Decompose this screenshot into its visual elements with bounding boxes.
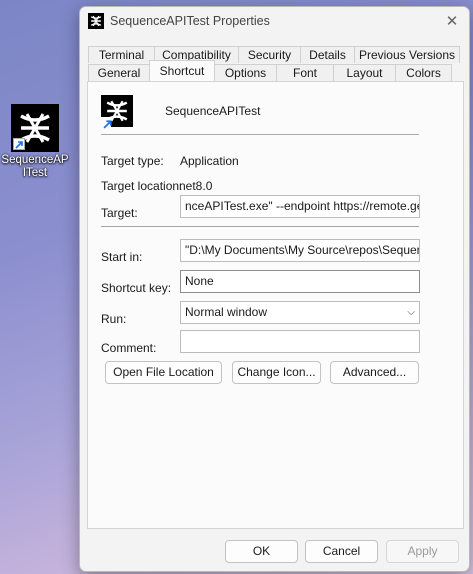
target-location-value: net8.0 — [179, 179, 213, 193]
apply-button[interactable]: Apply — [386, 540, 459, 563]
start-in-field[interactable]: "D:\My Documents\My Source\repos\Sequenc… — [180, 239, 420, 262]
desktop-shortcut[interactable]: SequenceAPITest — [0, 104, 70, 180]
divider — [101, 134, 419, 135]
sequence-logo-icon — [88, 13, 104, 29]
title-bar[interactable]: SequenceAPITest Properties ✕ — [80, 7, 469, 37]
cancel-button[interactable]: Cancel — [305, 540, 378, 563]
tab-general[interactable]: General — [88, 64, 150, 81]
tab-terminal[interactable]: Terminal — [88, 46, 155, 63]
tab-shortcut[interactable]: Shortcut — [149, 60, 215, 81]
advanced-button[interactable]: Advanced... — [330, 361, 419, 384]
comment-label: Comment: — [101, 341, 157, 355]
target-label: Target: — [101, 206, 138, 220]
divider — [101, 226, 419, 227]
window-title: SequenceAPITest Properties — [110, 14, 270, 28]
shortcut-key-field[interactable]: None — [180, 270, 420, 293]
tab-colors[interactable]: Colors — [395, 64, 452, 81]
shortcut-panel: SequenceAPITest Target type: Application… — [87, 81, 464, 529]
start-in-label: Start in: — [101, 250, 143, 264]
sequence-logo-icon — [11, 104, 59, 152]
desktop-icon-label: SequenceAPITest — [1, 154, 69, 179]
run-select-value: Normal window — [185, 305, 268, 319]
shortcut-arrow-icon — [101, 117, 112, 129]
tab-security[interactable]: Security — [238, 46, 301, 63]
close-icon[interactable]: ✕ — [441, 11, 463, 33]
chevron-down-icon: ⌵ — [407, 307, 415, 318]
target-type-value: Application — [180, 154, 239, 168]
comment-field[interactable] — [180, 330, 420, 353]
shortcut-key-label: Shortcut key: — [101, 281, 172, 295]
ok-button[interactable]: OK — [225, 540, 298, 563]
tab-row-top: Terminal Compatibility Security Details … — [88, 46, 460, 63]
tab-font[interactable]: Font — [276, 64, 334, 81]
tab-layout[interactable]: Layout — [333, 64, 396, 81]
properties-window: SequenceAPITest Properties ✕ Terminal Co… — [79, 6, 470, 572]
run-select[interactable]: Normal window ⌵ — [180, 301, 420, 324]
target-location-label: Target location: — [101, 179, 183, 193]
tab-details[interactable]: Details — [300, 46, 355, 63]
target-type-label: Target type: — [101, 154, 164, 168]
shortcut-arrow-icon — [13, 138, 25, 150]
target-field[interactable]: nceAPITest.exe" --endpoint https://remot… — [180, 195, 420, 218]
sequence-logo-icon — [101, 95, 133, 129]
run-label: Run: — [101, 312, 127, 326]
open-file-location-button[interactable]: Open File Location — [105, 361, 222, 384]
change-icon-button[interactable]: Change Icon... — [232, 361, 321, 384]
tab-previous-versions[interactable]: Previous Versions — [354, 46, 460, 63]
tab-row-bottom: General Shortcut Options Font Layout Col… — [88, 60, 452, 81]
shortcut-name: SequenceAPITest — [165, 104, 261, 118]
tab-options[interactable]: Options — [214, 64, 277, 81]
